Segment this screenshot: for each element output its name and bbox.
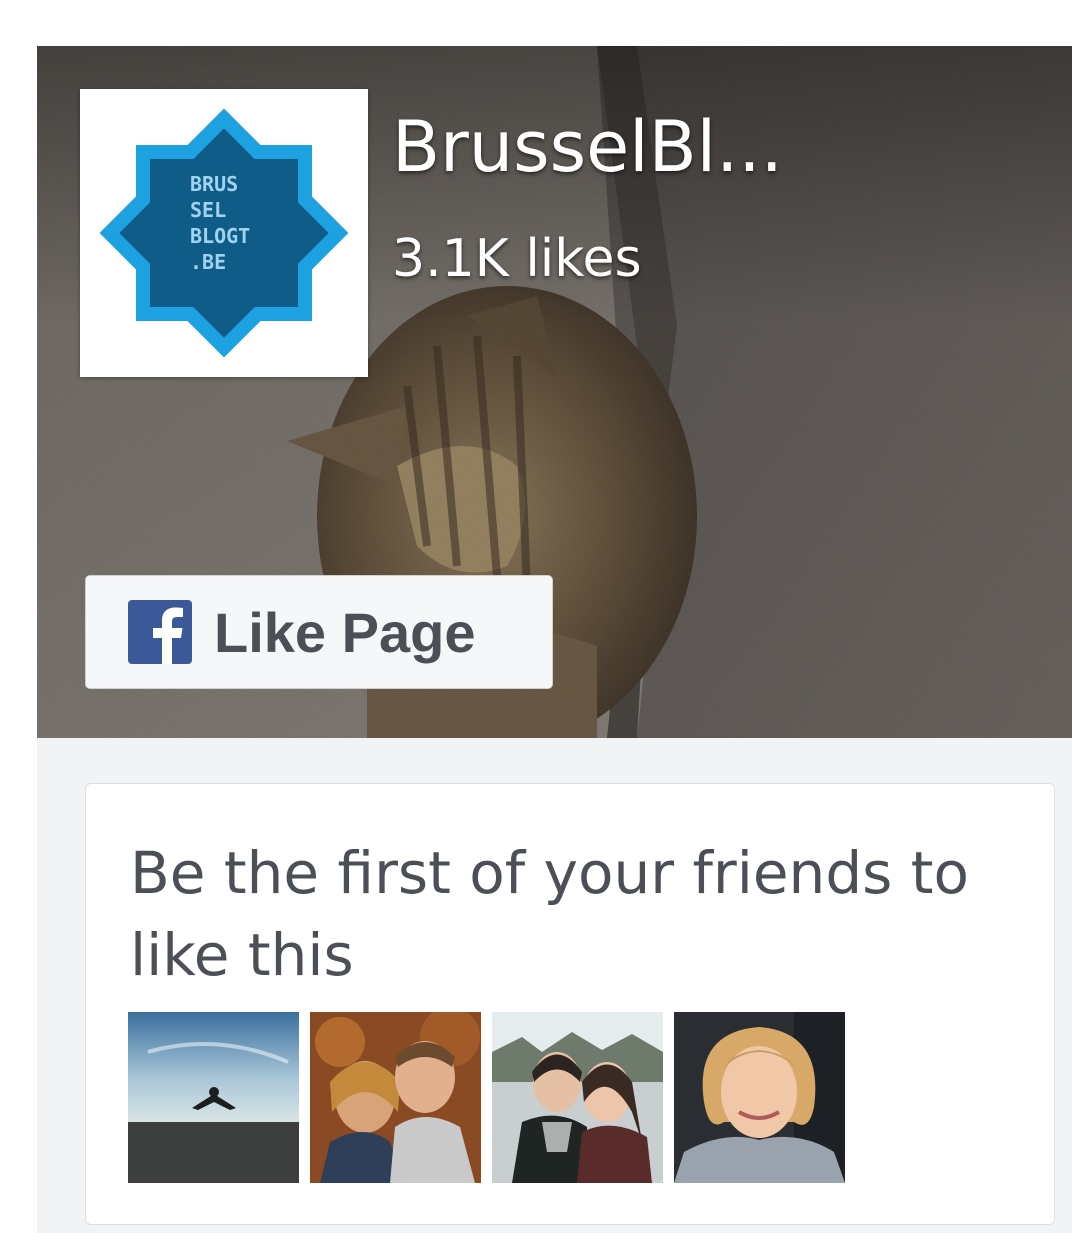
friends-message: Be the first of your friends to like thi…	[130, 839, 970, 989]
page-plugin-widget: BRUS SEL BLOGT .BE BrusselBl... 3.1K lik…	[37, 46, 1072, 1233]
friends-section: Be the first of your friends to like thi…	[85, 783, 1055, 1225]
page-name-link[interactable]: BrusselBl...	[392, 106, 783, 188]
like-page-button[interactable]: Like Page	[85, 575, 553, 689]
brusselblogt-logo: BRUS SEL BLOGT .BE	[80, 89, 368, 377]
page-like-count: 3.1K likes	[392, 229, 642, 289]
friend-photo-1[interactable]	[128, 1012, 299, 1183]
friend-photo-2[interactable]	[310, 1012, 481, 1183]
logo-text-line-3: BLOGT	[190, 224, 250, 248]
logo-text-line-1: BRUS	[190, 172, 238, 196]
logo-text-line-2: SEL	[190, 198, 226, 222]
friend-photo-3[interactable]	[492, 1012, 663, 1183]
friend-photo-list	[128, 1012, 845, 1183]
friend-photo-4[interactable]	[674, 1012, 845, 1183]
logo-text-line-4: .BE	[190, 250, 226, 274]
like-page-label: Like Page	[214, 600, 476, 664]
cover-photo[interactable]: BRUS SEL BLOGT .BE BrusselBl... 3.1K lik…	[37, 46, 1072, 738]
page-profile-picture[interactable]: BRUS SEL BLOGT .BE	[80, 89, 368, 377]
facebook-f-icon	[128, 600, 192, 664]
